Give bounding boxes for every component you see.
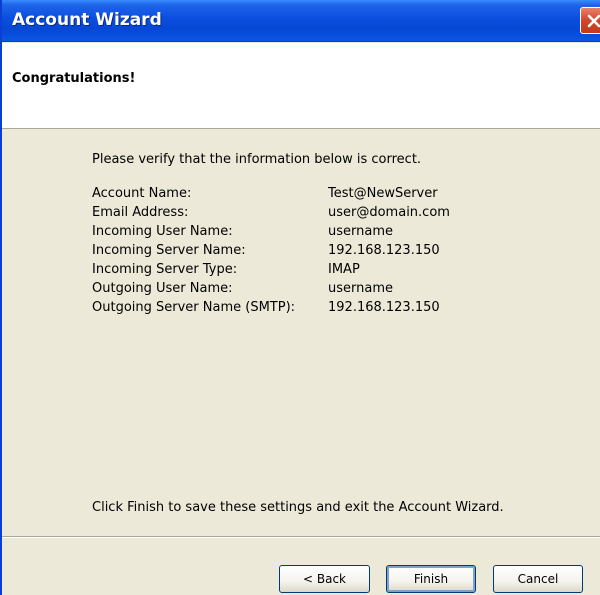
title-bar[interactable]: Account Wizard [2,0,600,42]
row-value: username [328,224,393,239]
finish-instruction-text: Click Finish to save these settings and … [92,500,504,515]
table-row: Outgoing User Name: username [92,279,450,298]
row-label: Email Address: [92,205,189,220]
row-value: 192.168.123.150 [328,243,440,258]
row-label: Incoming User Name: [92,224,233,239]
window-title: Account Wizard [12,10,162,30]
wizard-content: Please verify that the information below… [2,130,600,520]
table-row: Account Name: Test@NewServer [92,184,450,203]
row-label: Account Name: [92,186,192,201]
row-value: Test@NewServer [328,186,438,201]
row-label: Incoming Server Type: [92,262,238,277]
close-button[interactable] [580,7,600,34]
account-wizard-window: Account Wizard Congratulations! Please v… [0,0,600,595]
wizard-header: Congratulations! [2,43,600,129]
close-icon [586,13,600,29]
row-label: Incoming Server Name: [92,243,246,258]
cancel-button[interactable]: Cancel [493,565,583,593]
table-row: Incoming Server Name: 192.168.123.150 [92,241,450,260]
table-row: Incoming Server Type: IMAP [92,260,450,279]
intro-text: Please verify that the information below… [92,152,422,167]
row-label: Outgoing User Name: [92,281,233,296]
table-row: Outgoing Server Name (SMTP): 192.168.123… [92,298,450,317]
account-summary-table: Account Name: Test@NewServer Email Addre… [92,184,450,317]
row-value: user@domain.com [328,205,450,220]
button-separator [2,536,600,538]
row-value: username [328,281,393,296]
row-value: 192.168.123.150 [328,300,440,315]
table-row: Incoming User Name: username [92,222,450,241]
page-title: Congratulations! [12,71,136,86]
table-row: Email Address: user@domain.com [92,203,450,222]
row-value: IMAP [328,262,360,277]
back-button[interactable]: < Back [279,565,370,593]
row-label: Outgoing Server Name (SMTP): [92,300,296,315]
finish-button[interactable]: Finish [386,565,476,593]
